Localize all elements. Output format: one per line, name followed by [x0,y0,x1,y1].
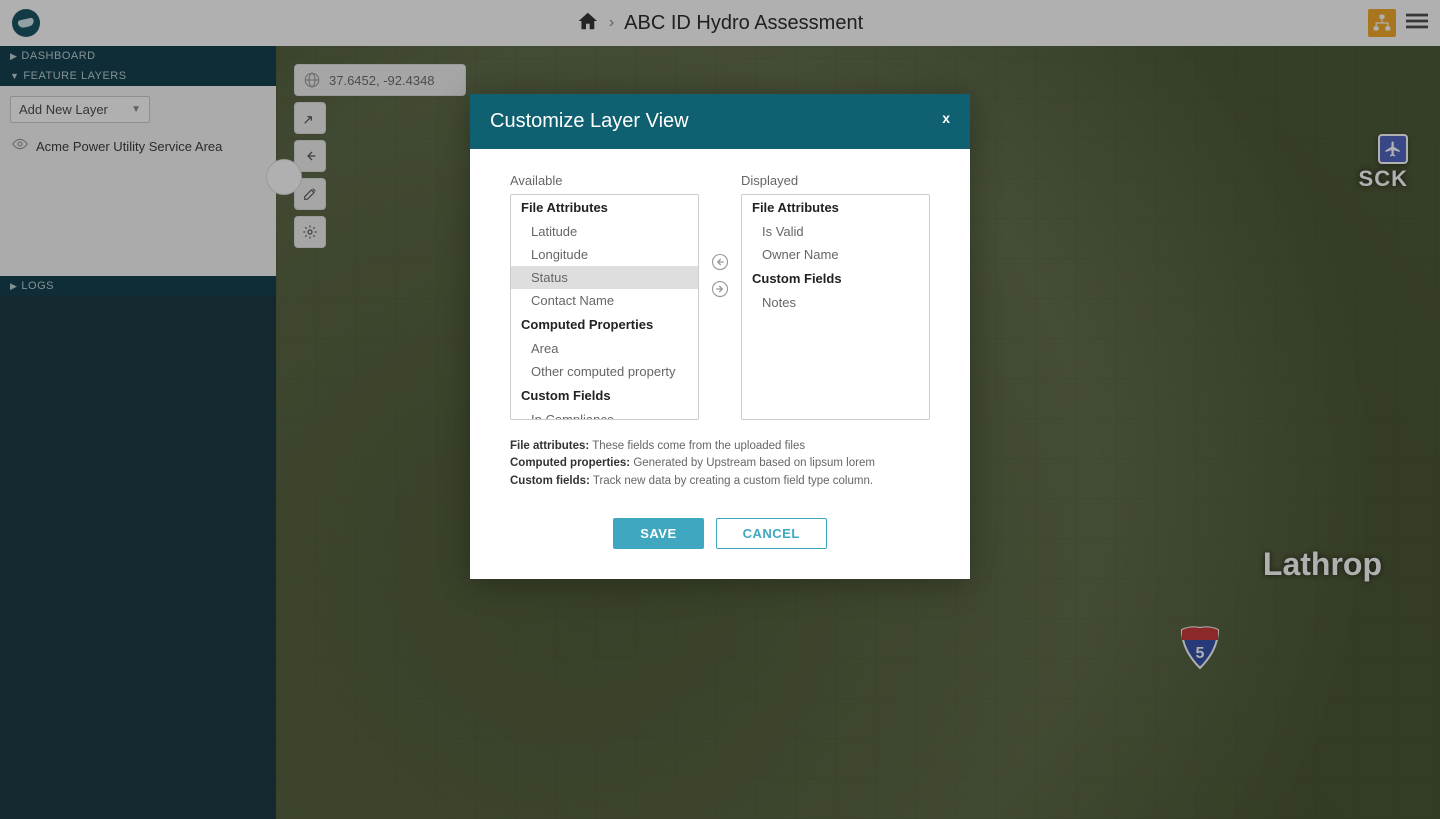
legend-text: Generated by Upstream based on lipsum lo… [630,457,875,469]
list-item[interactable]: Is Valid [742,220,929,243]
modal-title: Customize Layer View [490,110,689,133]
available-label: Available [510,173,699,188]
list-item[interactable]: Area [511,337,698,360]
list-item[interactable]: Other computed property [511,360,698,383]
group-header: File Attributes [511,195,698,220]
list-item[interactable]: Owner Name [742,243,929,266]
group-header: Custom Fields [742,266,929,291]
legend-text: These fields come from the uploaded file… [589,440,805,452]
list-item[interactable]: Contact Name [511,289,698,312]
displayed-label: Displayed [741,173,930,188]
legend-label: File attributes: [510,440,589,452]
modal-header: Customize Layer View x [470,94,970,149]
group-header: Custom Fields [511,383,698,408]
legend: File attributes: These fields come from … [510,438,930,490]
save-button[interactable]: SAVE [613,518,703,549]
legend-label: Custom fields: [510,475,590,487]
list-item[interactable]: Notes [742,291,929,314]
list-item[interactable]: Longitude [511,243,698,266]
group-header: Computed Properties [511,312,698,337]
legend-label: Computed properties: [510,457,630,469]
list-item[interactable]: In Compliance [511,408,698,420]
displayed-listbox[interactable]: File Attributes Is Valid Owner Name Cust… [741,194,930,420]
available-listbox[interactable]: File Attributes Latitude Longitude Statu… [510,194,699,420]
cancel-button[interactable]: CANCEL [716,518,827,549]
legend-text: Track new data by creating a custom fiel… [590,475,873,487]
list-item[interactable]: Latitude [511,220,698,243]
move-left-button[interactable] [711,253,729,276]
move-right-button[interactable] [711,280,729,303]
close-button[interactable]: x [942,110,950,126]
list-item[interactable]: Status [511,266,698,289]
group-header: File Attributes [742,195,929,220]
customize-layer-modal: Customize Layer View x Available File At… [470,94,970,579]
